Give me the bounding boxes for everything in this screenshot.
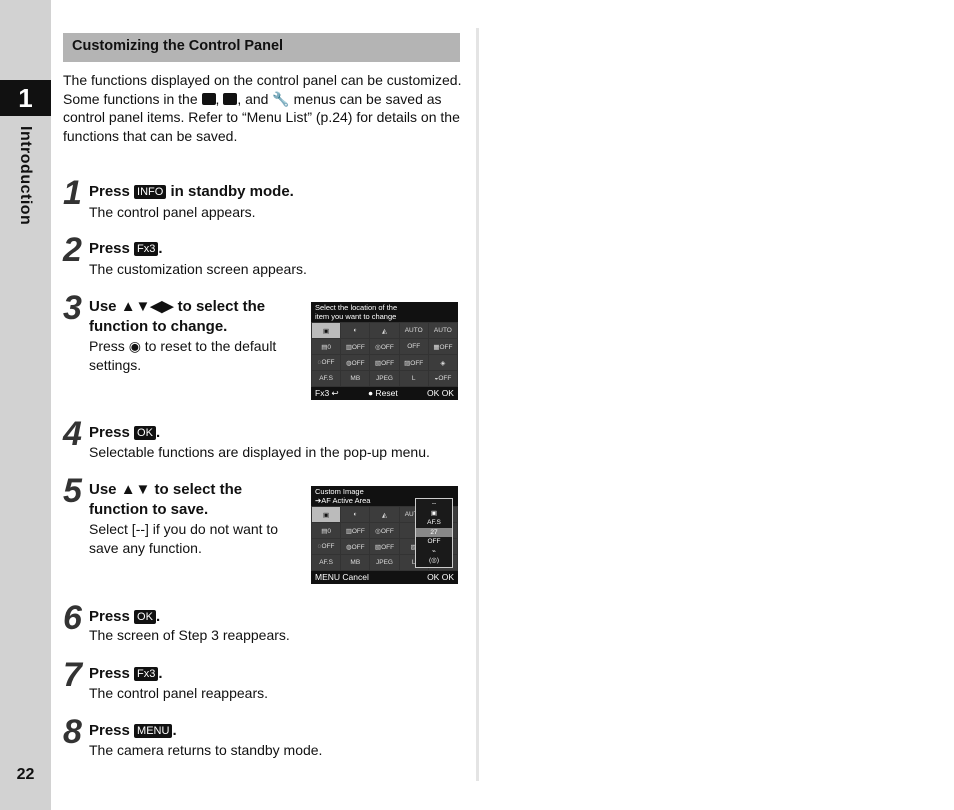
panel-cell: ▧OFF: [370, 539, 399, 554]
screen-footer: MENU Cancel OK OK: [311, 571, 458, 584]
panel-cell: ◌OFF: [312, 539, 341, 554]
up-down-keys-icon: ▲▼: [120, 481, 151, 498]
fx3-button-icon: Fx3: [134, 667, 159, 681]
reset-button-icon: ◉: [128, 338, 141, 354]
footer-reset: ● Reset: [368, 388, 398, 398]
panel-cell: ▣: [312, 323, 341, 338]
panel-cell: ▧OFF: [370, 355, 399, 370]
popup-item: (◎): [428, 557, 439, 564]
panel-cell: JPEG: [370, 555, 399, 570]
panel-cell: ▦OFF: [428, 339, 457, 354]
panel-cell: ◌OFF: [312, 355, 341, 370]
panel-cell: ◐: [341, 507, 370, 522]
panel-cell: ◍OFF: [341, 539, 370, 554]
panel-cell: JPEG: [370, 371, 399, 386]
screen-footer: Fx3 ↩ ● Reset OK OK: [311, 387, 458, 400]
panel-cell: ◐: [341, 323, 370, 338]
footer-cancel: MENU Cancel: [315, 572, 369, 582]
menu-button-icon: MENU: [134, 724, 173, 738]
panel-cell: ▥OFF: [341, 523, 370, 538]
footer-ok: OK OK: [427, 388, 454, 398]
fx3-button-icon: Fx3: [134, 242, 159, 256]
footer-back: Fx3 ↩: [315, 388, 339, 398]
info-button-icon: INFO: [134, 185, 167, 199]
movie-icon: [223, 92, 238, 105]
page-number: 22: [16, 766, 35, 783]
section-heading: Customizing the Control Panel: [63, 33, 460, 62]
popup-item: 27: [416, 527, 452, 537]
panel-cell: OFF: [399, 339, 428, 354]
panel-cell: MB: [341, 371, 370, 386]
footer-ok: OK OK: [427, 572, 454, 582]
popup-item: ▣: [430, 509, 438, 517]
panel-cell: ▨OFF: [399, 355, 428, 370]
wrench-icon: 🔧: [272, 90, 290, 107]
intro-text: The functions displayed on the control p…: [63, 72, 462, 144]
panel-cell: MB: [341, 555, 370, 570]
popup-item: OFF: [427, 538, 441, 545]
panel-cell: ▤0: [312, 523, 341, 538]
panel-cell: ◍OFF: [341, 355, 370, 370]
panel-cell: ◭: [370, 507, 399, 522]
function-popup-menu: -- ▣ AF.S 27 OFF ⌁ (◎): [415, 498, 453, 568]
panel-cell: L: [399, 371, 428, 386]
panel-cell: ◎OFF: [370, 523, 399, 538]
panel-cell: ◒OFF: [428, 371, 457, 386]
popup-item: AF.S: [427, 519, 441, 526]
panel-cell: AF.S: [312, 371, 341, 386]
panel-cell: ▤0: [312, 339, 341, 354]
camera-icon: [201, 92, 216, 105]
popup-item: ⌁: [432, 547, 436, 555]
popup-menu-screen: Custom Image ➔AF Active Area ▣ ◐ ◭ AUTO ▤0 ▥OF…: [311, 486, 458, 584]
arrow-keys-icon: ▲▼◀▶: [120, 298, 174, 315]
panel-cell: ◎OFF: [370, 339, 399, 354]
panel-cell: ▥OFF: [341, 339, 370, 354]
panel-cell: AF.S: [312, 555, 341, 570]
ok-button-icon: OK: [134, 610, 156, 624]
panel-cell: ◭: [370, 323, 399, 338]
chapter-title: Introduction: [17, 126, 34, 226]
popup-item: --: [431, 500, 437, 507]
panel-cell: AUTO: [428, 323, 457, 338]
column-divider: [476, 28, 479, 781]
panel-cell: ▣: [312, 507, 341, 522]
chapter-sidebar: 1 Introduction 22: [0, 0, 51, 810]
chapter-number: 1: [0, 80, 51, 116]
panel-cell: AUTO: [399, 323, 428, 338]
ok-button-icon: OK: [134, 426, 156, 440]
panel-cell: ◈: [428, 355, 457, 370]
customization-screen: Select the location of the item you want …: [311, 302, 458, 400]
